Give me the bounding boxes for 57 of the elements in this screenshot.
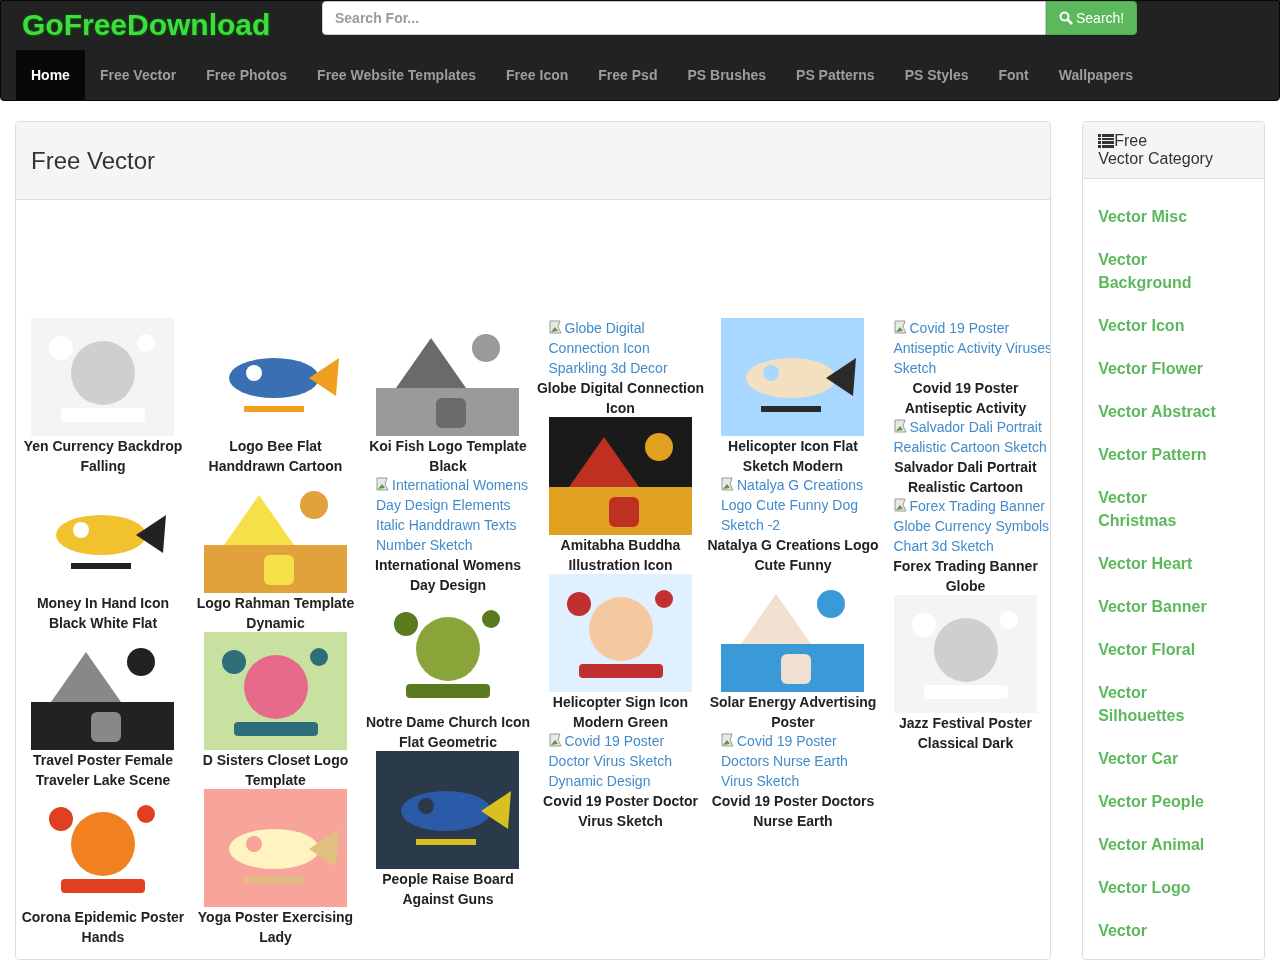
item-title-link[interactable]: Notre Dame Church Icon Flat Geometric bbox=[362, 712, 534, 752]
item-title-link[interactable]: Koi Fish Logo Template Black bbox=[362, 436, 534, 476]
site-logo[interactable]: GoFreeDownload bbox=[22, 7, 322, 43]
panel-title: Free Vector bbox=[31, 145, 156, 176]
image-alt-link[interactable]: Forex Trading Banner Globe Currency Symbols Chart 3d Sketch bbox=[893, 496, 1051, 556]
nav-tab[interactable]: Font bbox=[983, 50, 1044, 100]
broken-image-icon bbox=[893, 497, 910, 513]
item-title-link[interactable]: Covid 19 Poster Antiseptic Activity bbox=[879, 378, 1051, 418]
search-icon bbox=[1059, 11, 1073, 25]
item-title-link[interactable]: People Raise Board Against Guns bbox=[362, 869, 534, 909]
broken-image-icon bbox=[721, 476, 737, 492]
item-title-link[interactable]: Yoga Poster Exercising Lady bbox=[189, 907, 362, 947]
nav-tab[interactable]: Free Vector bbox=[84, 50, 192, 100]
nav-tab[interactable]: Free Psd bbox=[583, 50, 673, 100]
broken-image-icon bbox=[548, 319, 565, 335]
search-field[interactable]: Search For... bbox=[322, 1, 1046, 35]
nav-tab[interactable]: PS Brushes bbox=[672, 50, 782, 100]
item-title-link[interactable]: Helicopter Sign Icon Modern Green bbox=[534, 692, 707, 732]
item-title-link[interactable]: Jazz Festival Poster Classical Dark bbox=[879, 713, 1051, 753]
item-title-link[interactable]: Travel Poster Female Traveler Lake Scene bbox=[17, 750, 189, 790]
item-title-link[interactable]: Natalya G Creations Logo Cute Funny bbox=[707, 535, 879, 575]
item-title-link[interactable]: Globe Digital Connection Icon bbox=[534, 378, 707, 418]
item-title-link[interactable]: International Womens Day Design bbox=[362, 555, 534, 595]
item-title-link[interactable]: Amitabha Buddha Illustration Icon bbox=[534, 535, 707, 575]
image-alt-link[interactable]: Covid 19 Poster Doctor Virus Sketch Dynamic Design bbox=[548, 731, 709, 791]
item-title-link[interactable]: Covid 19 Poster Doctors Nurse Earth bbox=[707, 791, 879, 831]
sidebar-title: Free bbox=[1114, 132, 1148, 150]
image-alt-link[interactable]: International Womens Day Design Elements Italic Handdrawn Texts Number Sketch bbox=[376, 475, 536, 555]
item-title-link[interactable]: Forex Trading Banner Globe bbox=[879, 556, 1051, 596]
list-icon bbox=[1098, 134, 1115, 148]
item-title-link[interactable]: Helicopter Icon Flat Sketch Modern bbox=[707, 436, 879, 476]
item-title-link[interactable]: Money In Hand Icon Black White Flat bbox=[17, 593, 189, 633]
item-title-link[interactable]: Logo Rahman Template Dynamic bbox=[189, 593, 362, 633]
broken-image-icon bbox=[721, 732, 737, 748]
item-title-link[interactable]: Logo Bee Flat Handdrawn Cartoon bbox=[189, 436, 362, 476]
nav-tab[interactable]: PS Styles bbox=[889, 50, 984, 100]
image-alt-link[interactable]: Globe Digital Connection Icon Sparkling 3d Decor bbox=[548, 318, 709, 378]
nav-tab[interactable]: Wallpapers bbox=[1043, 50, 1148, 100]
item-title-link[interactable]: Yen Currency Backdrop Falling bbox=[17, 436, 189, 476]
image-alt-link[interactable]: Covid 19 Poster Doctors Nurse Earth Virus Sketch bbox=[721, 731, 881, 791]
item-title-link[interactable]: Salvador Dali Portrait Realistic Cartoon bbox=[879, 457, 1051, 497]
item-title-link[interactable]: D Sisters Closet Logo Template bbox=[189, 750, 362, 790]
sidebar-title: Vector Category bbox=[1098, 150, 1214, 168]
broken-image-icon bbox=[376, 476, 392, 492]
nav-tab[interactable]: Free Website Templates bbox=[302, 50, 492, 100]
nav-tab[interactable]: PS Patterns bbox=[781, 50, 890, 100]
broken-image-icon bbox=[548, 732, 565, 748]
image-alt-link[interactable]: Salvador Dali Portrait Realistic Cartoon Sketch bbox=[893, 417, 1051, 457]
broken-image-icon bbox=[893, 319, 910, 335]
broken-image-icon bbox=[893, 418, 910, 434]
image-alt-link[interactable]: Natalya G Creations Logo Cute Funny Dog Sketch -2 bbox=[721, 475, 881, 535]
nav-tab[interactable]: Home bbox=[16, 50, 85, 100]
item-title-link[interactable]: Corona Epidemic Poster Hands bbox=[17, 907, 189, 947]
item-title-link[interactable]: Solar Energy Advertising Poster bbox=[707, 692, 879, 732]
item-title-link[interactable]: Covid 19 Poster Doctor Virus Sketch bbox=[534, 791, 707, 831]
nav-tab[interactable]: Free Icon bbox=[491, 50, 584, 100]
nav-tab[interactable]: Free Photos bbox=[191, 50, 303, 100]
